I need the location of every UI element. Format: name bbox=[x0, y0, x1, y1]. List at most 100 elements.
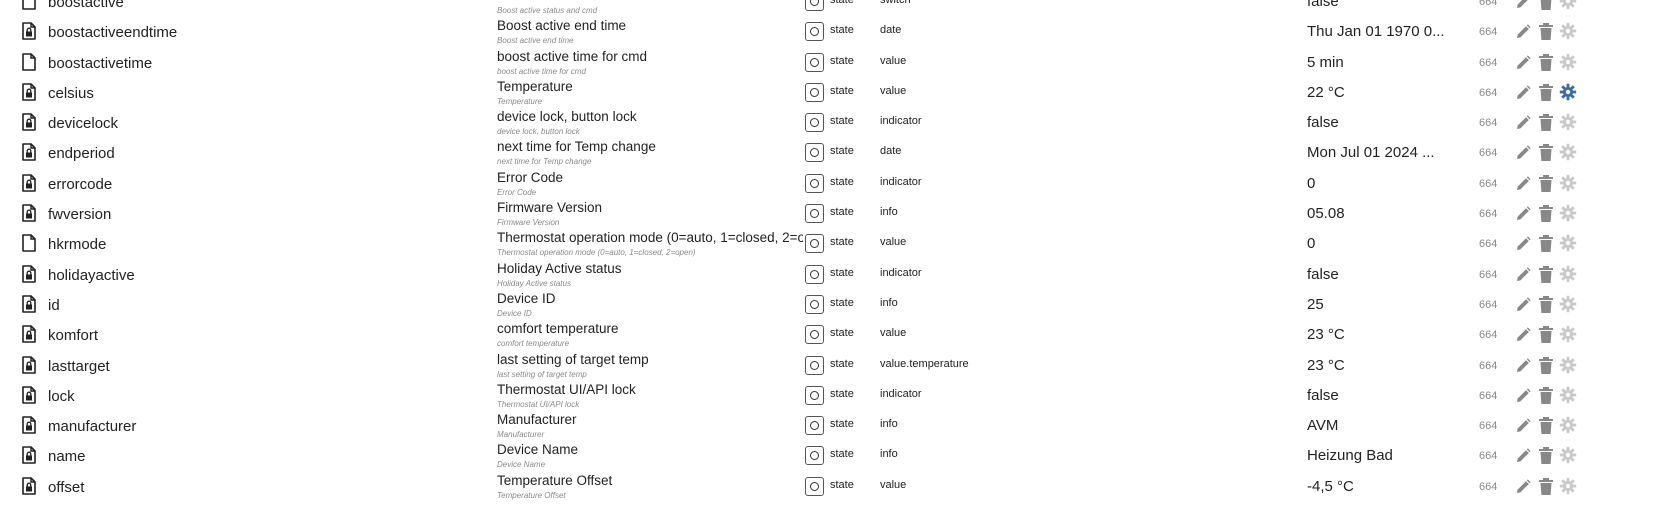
object-name: Thermostat operation mode (0=auto, 1=clo… bbox=[497, 230, 803, 246]
delete-icon[interactable] bbox=[1538, 477, 1554, 507]
state-history-button[interactable] bbox=[805, 204, 824, 224]
state-history-button[interactable] bbox=[805, 143, 824, 163]
table-row[interactable]: komfort comfort temperature comfort temper… bbox=[0, 319, 1655, 349]
circle-icon bbox=[810, 421, 819, 431]
locked-file-icon bbox=[20, 107, 42, 137]
file-icon bbox=[20, 0, 42, 16]
state-history-button[interactable] bbox=[805, 385, 824, 405]
state-history-button[interactable] bbox=[805, 416, 824, 436]
state-history-button[interactable] bbox=[805, 294, 824, 314]
circle-icon bbox=[810, 451, 819, 461]
object-description: Error Code bbox=[497, 187, 537, 197]
object-name-cell[interactable]: Device ID Device ID bbox=[497, 289, 803, 319]
circle-icon bbox=[810, 481, 819, 491]
circle-icon bbox=[810, 87, 819, 97]
object-name: Device ID bbox=[497, 290, 556, 306]
object-name-cell[interactable]: Temperature Temperature bbox=[497, 77, 803, 107]
object-name-cell[interactable]: last setting of target temp last setting … bbox=[497, 350, 803, 380]
object-name-cell[interactable]: next time for Temp change next time for T… bbox=[497, 137, 803, 167]
object-name: Holiday Active status bbox=[497, 260, 622, 276]
locked-file-icon bbox=[20, 410, 42, 440]
edit-icon[interactable] bbox=[1514, 478, 1532, 508]
object-description: Temperature bbox=[497, 96, 543, 106]
circle-icon bbox=[810, 390, 819, 400]
file-icon bbox=[20, 47, 42, 77]
state-history-button[interactable] bbox=[805, 52, 824, 72]
state-history-button[interactable] bbox=[805, 22, 824, 42]
table-row[interactable]: holidayactive Holiday Active status Holida… bbox=[0, 259, 1655, 289]
circle-icon bbox=[810, 299, 819, 309]
object-name-cell[interactable]: boost active time for cmd boost active ti… bbox=[497, 47, 803, 77]
object-name: Thermostat UI/API lock bbox=[497, 381, 636, 397]
table-row[interactable]: devicelock device lock, button lock device… bbox=[0, 107, 1655, 137]
settings-icon[interactable] bbox=[1559, 477, 1577, 507]
state-history-button[interactable] bbox=[805, 476, 824, 496]
object-name-cell[interactable]: Thermostat UI/API lock Thermostat UI/API … bbox=[497, 380, 803, 410]
circle-icon bbox=[810, 118, 819, 128]
table-row[interactable]: lock Thermostat UI/API lock Thermostat UI/… bbox=[0, 380, 1655, 410]
object-name: Manufacturer bbox=[497, 412, 577, 428]
object-name-cell[interactable]: Boost active status and cmd Boost active … bbox=[497, 0, 803, 16]
locked-file-icon bbox=[20, 440, 42, 470]
object-name: next time for Temp change bbox=[497, 139, 656, 155]
object-description: Device Name bbox=[497, 460, 546, 470]
object-id[interactable]: offset bbox=[48, 479, 84, 509]
table-row[interactable]: hkrmode Thermostat operation mode (0=auto… bbox=[0, 228, 1655, 258]
state-history-button[interactable] bbox=[805, 173, 824, 193]
locked-file-icon bbox=[20, 259, 42, 289]
table-row[interactable]: endperiod next time for Temp change next t… bbox=[0, 137, 1655, 167]
table-row[interactable]: boostactiveendtime Boost active end time B… bbox=[0, 16, 1655, 46]
circle-icon bbox=[810, 0, 819, 6]
object-name-cell[interactable]: Temperature Offset Temperature Offset bbox=[497, 471, 803, 501]
object-name-cell[interactable]: Device Name Device Name bbox=[497, 440, 803, 470]
object-table: boostactiveBoost active status and cmdBo… bbox=[0, 0, 1655, 501]
object-name-cell[interactable]: Error Code Error Code bbox=[497, 168, 803, 198]
table-row[interactable]: boostactivetime boost active time for cmd… bbox=[0, 47, 1655, 77]
object-name-cell[interactable]: Manufacturer Manufacturer bbox=[497, 410, 803, 440]
locked-file-icon bbox=[20, 319, 42, 349]
table-row[interactable]: name Device Name Device Name state info Heizu… bbox=[0, 440, 1655, 470]
circle-icon bbox=[810, 178, 819, 188]
object-description: device lock, button lock bbox=[497, 127, 580, 137]
locked-file-icon bbox=[20, 168, 42, 198]
state-history-button[interactable] bbox=[805, 0, 824, 11]
state-history-button[interactable] bbox=[805, 446, 824, 466]
state-history-button[interactable] bbox=[805, 234, 824, 254]
table-row[interactable]: lasttarget last setting of target temp las… bbox=[0, 350, 1655, 380]
object-name-cell[interactable]: device lock, button lock device lock, but… bbox=[497, 107, 803, 137]
state-history-button[interactable] bbox=[805, 113, 824, 133]
state-history-button[interactable] bbox=[805, 325, 824, 345]
state-history-button[interactable] bbox=[805, 355, 824, 375]
table-row[interactable]: boostactiveBoost active status and cmdBo… bbox=[0, 0, 1655, 16]
object-value[interactable]: -4,5 °C bbox=[1307, 478, 1475, 508]
object-name-cell[interactable]: Holiday Active status Holiday Active stat… bbox=[497, 259, 803, 289]
object-name: Boost active status and cmd bbox=[497, 0, 666, 3]
object-name-cell[interactable]: Boost active end time Boost active end ti… bbox=[497, 16, 803, 46]
object-name: Temperature bbox=[497, 78, 573, 94]
table-row[interactable]: errorcode Error Code Error Code state indica… bbox=[0, 168, 1655, 198]
state-history-button[interactable] bbox=[805, 264, 824, 284]
object-description: Thermostat operation mode (0=auto, 1=clo… bbox=[497, 248, 696, 258]
circle-icon bbox=[810, 148, 819, 158]
table-row[interactable]: id Device ID Device ID state info 25 664 bbox=[0, 289, 1655, 319]
object-name-cell[interactable]: comfort temperature comfort temperature bbox=[497, 319, 803, 349]
locked-file-icon bbox=[20, 289, 42, 319]
state-history-button[interactable] bbox=[805, 82, 824, 102]
table-row[interactable]: fwversion Firmware Version Firmware Versio… bbox=[0, 198, 1655, 228]
circle-icon bbox=[810, 360, 819, 370]
object-description: Boost active end time bbox=[497, 36, 574, 46]
table-row[interactable]: offset Temperature Offset Temperature Offs… bbox=[0, 471, 1655, 501]
object-description: Boost active status and cmd bbox=[497, 6, 598, 15]
locked-file-icon bbox=[20, 198, 42, 228]
locked-file-icon bbox=[20, 137, 42, 167]
object-name-cell[interactable]: Firmware Version Firmware Version bbox=[497, 198, 803, 228]
table-row[interactable]: manufacturer Manufacturer Manufacturer stat… bbox=[0, 410, 1655, 440]
object-description: Device ID bbox=[497, 308, 532, 318]
object-name-cell[interactable]: Thermostat operation mode (0=auto, 1=clo… bbox=[497, 228, 803, 258]
object-description: boost active time for cmd bbox=[497, 66, 586, 76]
table-row[interactable]: celsius Temperature Temperature state value 2… bbox=[0, 77, 1655, 107]
object-name: Boost active end time bbox=[497, 18, 627, 34]
object-role[interactable]: value bbox=[880, 479, 906, 509]
object-description: next time for Temp change bbox=[497, 157, 592, 167]
circle-icon bbox=[810, 209, 819, 219]
